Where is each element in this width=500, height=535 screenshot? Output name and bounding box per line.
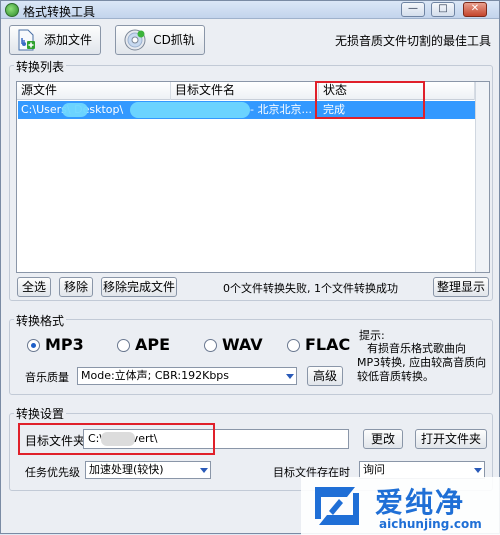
radio-flac-label: FLAC <box>305 335 351 354</box>
app-window: 格式转换工具 — □ ✕ 添加文件 CD抓轨 无损音质文件切割的最佳工具 转换列… <box>0 0 500 535</box>
radio-ape-label: APE <box>135 335 171 354</box>
maximize-button[interactable]: □ <box>431 2 455 17</box>
format-title: 转换格式 <box>14 312 67 329</box>
cd-rip-label: CD抓轨 <box>153 33 195 47</box>
open-folder-button[interactable]: 打开文件夹 <box>415 429 487 449</box>
exists-value: 询问 <box>363 463 385 476</box>
quality-select[interactable]: Mode:立体声; CBR:192Kbps <box>77 367 297 385</box>
title-bar[interactable]: 格式转换工具 — □ ✕ <box>1 1 499 19</box>
convert-summary: 0个文件转换失败, 1个文件转换成功 <box>223 282 398 295</box>
watermark-logo: 爱纯净 aichunjing.com <box>301 477 500 535</box>
cd-disc-icon <box>124 29 146 51</box>
target-folder-highlight-box <box>18 423 215 455</box>
window-title: 格式转换工具 <box>23 5 96 19</box>
quality-label: 音乐质量 <box>25 371 69 384</box>
hint-body: 有损音乐格式歌曲向MP3转换, 应由较高音质向较低音质转换。 <box>357 342 487 383</box>
radio-wav[interactable] <box>204 339 217 352</box>
select-all-button[interactable]: 全选 <box>17 277 51 297</box>
advanced-button[interactable]: 高级 <box>307 366 343 386</box>
quality-value: Mode:立体声; CBR:192Kbps <box>81 369 230 382</box>
radio-ape[interactable] <box>117 339 130 352</box>
radio-wav-label: WAV <box>222 335 263 354</box>
cell-target: - 北京北京... <box>250 103 312 116</box>
watermark-brand: 爱纯净 <box>375 486 466 519</box>
minimize-button[interactable]: — <box>401 2 425 17</box>
hint-title: 提示: <box>359 329 385 342</box>
add-file-button[interactable]: 添加文件 <box>9 25 101 55</box>
tidy-display-button[interactable]: 整理显示 <box>433 277 489 297</box>
privacy-blur <box>62 103 88 117</box>
chevron-down-icon <box>474 468 482 473</box>
priority-select[interactable]: 加速处理(较快) <box>85 461 211 479</box>
add-file-icon <box>18 29 35 51</box>
radio-flac[interactable] <box>287 339 300 352</box>
status-highlight-box <box>315 81 425 119</box>
radio-mp3[interactable] <box>27 339 40 352</box>
remove-done-button[interactable]: 移除完成文件 <box>101 277 177 297</box>
app-icon <box>5 3 19 17</box>
priority-label: 任务优先级 <box>25 466 80 479</box>
convert-list-title: 转换列表 <box>14 58 67 75</box>
list-scrollbar[interactable] <box>475 82 489 272</box>
chevron-down-icon <box>200 468 208 473</box>
chevron-down-icon <box>286 374 294 379</box>
change-folder-button[interactable]: 更改 <box>363 429 403 449</box>
slogan-text: 无损音质文件切割的最佳工具 <box>335 34 492 48</box>
watermark-logo-icon <box>315 487 359 525</box>
remove-button[interactable]: 移除 <box>59 277 93 297</box>
close-button[interactable]: ✕ <box>463 2 487 17</box>
add-file-label: 添加文件 <box>43 33 92 47</box>
radio-mp3-label: MP3 <box>45 335 84 354</box>
cd-rip-button[interactable]: CD抓轨 <box>115 25 205 55</box>
privacy-blur <box>130 102 250 118</box>
priority-value: 加速处理(较快) <box>89 463 164 476</box>
column-source[interactable]: 源文件 <box>17 82 171 100</box>
settings-title: 转换设置 <box>14 405 67 422</box>
watermark-url: aichunjing.com <box>379 517 482 531</box>
column-target[interactable]: 目标文件名 <box>171 82 319 100</box>
